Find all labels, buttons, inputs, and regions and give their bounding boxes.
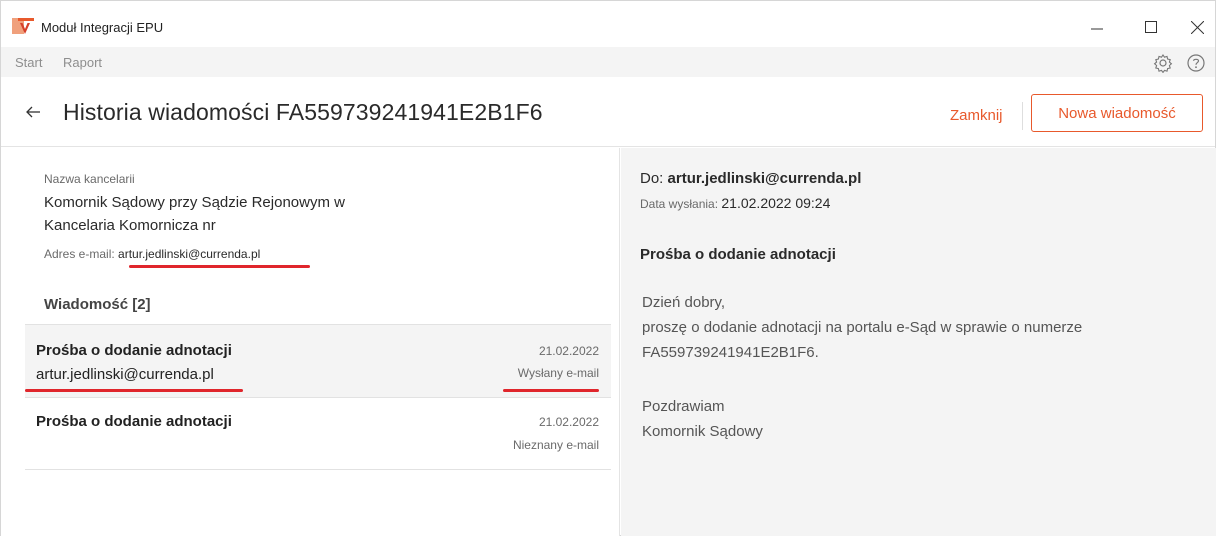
recipient-row: Do: artur.jedlinski@currenda.pl	[640, 170, 861, 187]
minimize-button[interactable]	[1077, 11, 1117, 43]
app-logo-icon	[12, 18, 34, 34]
office-name-line1: Komornik Sądowy przy Sądzie Rejonowym w	[44, 194, 345, 211]
office-email-row: Adres e-mail: artur.jedlinski@currenda.p…	[44, 247, 260, 261]
message-date: 21.02.2022	[538, 344, 599, 358]
list-item[interactable]: Prośba o dodanie adnotacji 21.02.2022 Ni…	[25, 398, 611, 470]
message-status: Nieznany e-mail	[512, 438, 599, 452]
gear-icon[interactable]	[1153, 53, 1173, 73]
close-window-button[interactable]	[1177, 11, 1216, 43]
sent-date-row: Data wysłania: 21.02.2022 09:24	[640, 195, 830, 211]
menu-bar: Start Raport	[1, 47, 1215, 77]
menu-raport[interactable]: Raport	[63, 55, 102, 70]
highlight-underline	[25, 389, 243, 392]
message-body-line: Pozdrawiam	[642, 398, 725, 415]
message-body-line: Komornik Sądowy	[642, 423, 763, 440]
window-title: Moduł Integracji EPU	[41, 20, 164, 35]
office-email-label: Adres e-mail:	[44, 247, 115, 261]
close-button[interactable]: Zamknij	[950, 107, 1003, 124]
message-subject: Prośba o dodanie adnotacji	[36, 413, 232, 430]
help-icon[interactable]	[1186, 53, 1206, 73]
recipient-email: artur.jedlinski@currenda.pl	[667, 170, 862, 187]
maximize-icon	[1145, 21, 1157, 33]
list-item[interactable]: Prośba o dodanie adnotacji artur.jedlins…	[25, 324, 611, 398]
title-bar: Moduł Integracji EPU	[1, 1, 1215, 47]
message-subject: Prośba o dodanie adnotacji	[36, 342, 232, 359]
message-detail-subject: Prośba o dodanie adnotacji	[640, 246, 836, 263]
office-name-label: Nazwa kancelarii	[44, 172, 135, 186]
message-body-line: FA559739241941E2B1F6.	[642, 344, 819, 361]
highlight-underline	[503, 389, 599, 392]
recipient-label: Do:	[640, 170, 664, 187]
back-arrow-icon[interactable]	[25, 104, 41, 120]
header-divider	[1022, 102, 1023, 130]
message-list-panel: Nazwa kancelarii Komornik Sądowy przy Są…	[1, 148, 620, 536]
message-status: Wysłany e-mail	[517, 366, 599, 380]
message-body-line: proszę o dodanie adnotacji na portalu e-…	[642, 319, 1083, 336]
office-name-line2: Kancelaria Komornicza nr	[44, 217, 216, 234]
message-date: 21.02.2022	[538, 415, 599, 429]
message-list: Prośba o dodanie adnotacji artur.jedlins…	[25, 324, 611, 470]
messages-section-title: Wiadomość [2]	[44, 296, 151, 313]
page-header: Historia wiadomości FA559739241941E2B1F6…	[1, 77, 1215, 147]
app-window: Moduł Integracji EPU Start Raport Histor…	[0, 0, 1216, 536]
maximize-button[interactable]	[1131, 11, 1171, 43]
close-icon	[1190, 20, 1204, 34]
message-body-line: Dzień dobry,	[642, 294, 726, 311]
minimize-icon	[1091, 28, 1103, 30]
office-email: artur.jedlinski@currenda.pl	[118, 247, 261, 261]
new-message-button[interactable]: Nowa wiadomość	[1031, 94, 1203, 132]
message-from: artur.jedlinski@currenda.pl	[36, 366, 214, 383]
page-title: Historia wiadomości FA559739241941E2B1F6	[63, 99, 543, 125]
message-detail-panel: Do: artur.jedlinski@currenda.pl Data wys…	[621, 148, 1216, 536]
highlight-underline	[129, 265, 310, 268]
menu-start[interactable]: Start	[15, 55, 42, 70]
sent-date-label: Data wysłania:	[640, 197, 719, 211]
sent-date-value: 21.02.2022 09:24	[721, 195, 831, 211]
